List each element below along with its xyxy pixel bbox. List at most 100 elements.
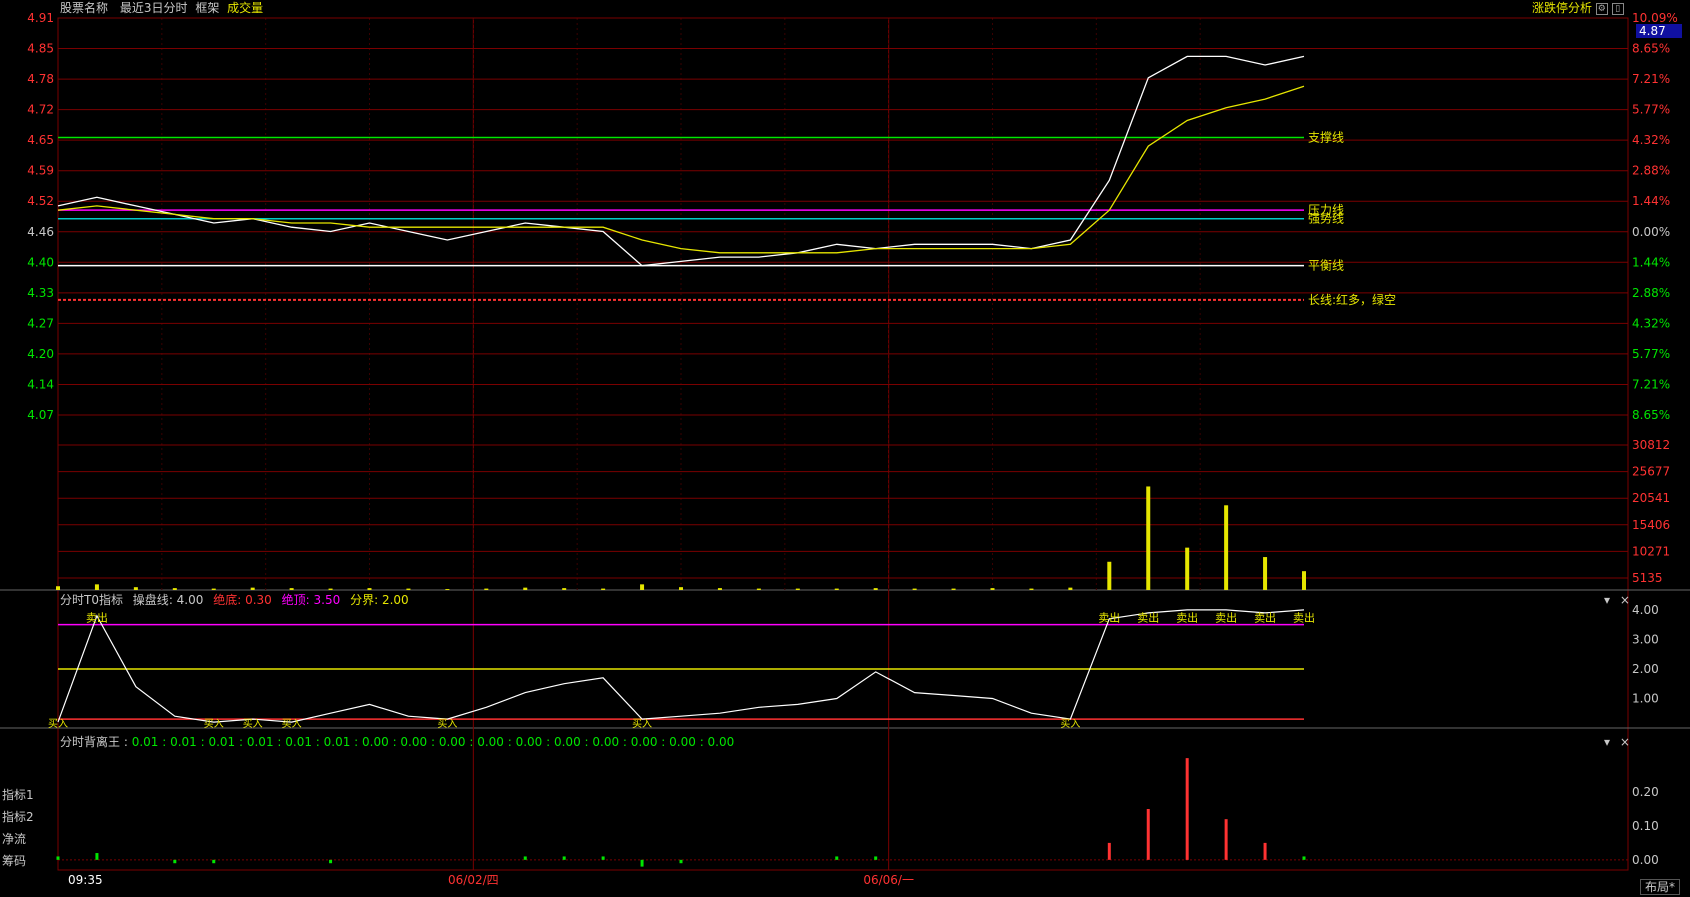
indicator-tick-label: 4.00	[1632, 603, 1659, 617]
time-tick-label: 09:35	[68, 873, 103, 887]
percent-tick-label: 5.77%	[1632, 103, 1670, 117]
param-2-value: 3.50	[313, 593, 341, 607]
reference-line-label: 长线:红多，绿空	[1308, 292, 1396, 307]
buy-signal: 买入	[1060, 718, 1080, 730]
buy-signal: 买入	[437, 718, 457, 730]
volume-bar	[951, 588, 956, 590]
secondary-tick-label: 0.20	[1632, 785, 1659, 799]
chart-canvas[interactable]: 买入卖出买入 买入 买入 买入 买入 买入卖出 卖出 卖出 卖出 卖出 卖出 4.91 10.09%4…	[0, 0, 1690, 897]
volume-bar	[56, 586, 60, 590]
indicator-tick-label: 2.00	[1632, 662, 1659, 676]
reference-line-label: 平衡线	[1308, 259, 1344, 273]
volume-bar	[1302, 571, 1306, 590]
sell-signal: 卖出	[1098, 611, 1120, 625]
price-tick-label: 4.27	[27, 316, 54, 330]
volume-bar	[250, 587, 255, 590]
side-label-1[interactable]: 指标2	[2, 810, 54, 824]
percent-tick-label: 2.88%	[1632, 164, 1670, 178]
reference-line-label: 强势线	[1308, 212, 1344, 226]
volume-bar	[990, 588, 995, 590]
sell-signal: 卖出	[1176, 611, 1198, 625]
volume-bar	[640, 584, 645, 590]
buy-signal: 买入	[204, 718, 224, 730]
param-3-value: 2.00	[381, 593, 409, 607]
volume-bar	[601, 588, 606, 590]
volume-bar	[1029, 588, 1034, 590]
volume-label[interactable]: 成交量	[227, 1, 263, 15]
sell-signal: 卖出	[1254, 611, 1276, 625]
price-tick-label: 4.85	[27, 42, 54, 56]
volume-bar	[717, 588, 722, 590]
dropdown-icon[interactable]: ▾	[1604, 593, 1610, 607]
price-tick-label: 4.07	[27, 408, 54, 422]
collapse-icon[interactable]: ▯	[1611, 2, 1624, 15]
sell-signal: 卖出	[1215, 611, 1237, 625]
percent-tick-label: 7.21%	[1632, 72, 1670, 86]
volume-bar	[1107, 561, 1112, 590]
price-tick-label: 4.91	[27, 11, 54, 25]
dropdown-icon[interactable]: ▾	[1604, 735, 1610, 749]
percent-tick-label: 0.00%	[1632, 225, 1670, 239]
limit-analysis-button[interactable]: 涨跌停分析	[1532, 1, 1592, 15]
volume-bar	[328, 588, 333, 590]
stock-name[interactable]: 股票名称	[60, 1, 108, 15]
indicator-panel-controls: ▾ ×	[1604, 593, 1630, 607]
volume-tick-label: 30812	[1632, 438, 1670, 452]
volume-bar	[367, 588, 372, 590]
param-3-name: 分界	[350, 593, 375, 607]
secondary-title[interactable]: 分时背离王	[60, 735, 120, 749]
indicator-series: 买入 卖出买入 买入 买入 买入 买入 买入 卖出 卖出 卖出 卖出 卖出 卖出	[48, 609, 1315, 730]
param-0-value: 4.00	[176, 593, 204, 607]
volume-tick-label: 25677	[1632, 465, 1670, 479]
sell-signal: 卖出	[1137, 611, 1159, 625]
side-label-2[interactable]: 净流	[2, 832, 54, 846]
volume-bar	[1068, 587, 1073, 590]
buy-signal: 买入	[243, 718, 263, 730]
indicator-tick-label: 3.00	[1632, 632, 1659, 646]
side-label-0[interactable]: 指标1	[2, 788, 54, 802]
close-icon[interactable]: ×	[1620, 593, 1630, 607]
volume-bar	[1224, 505, 1229, 590]
price-tick-label: 4.78	[27, 72, 54, 86]
percent-tick-label: 2.88%	[1632, 286, 1670, 300]
percent-tick-label: 8.65%	[1632, 408, 1670, 422]
close-icon[interactable]: ×	[1620, 735, 1630, 749]
volume-bar	[795, 588, 800, 590]
buy-signal: 买入	[282, 718, 302, 730]
volume-bar	[873, 588, 878, 590]
tool-header: 涨跌停分析 ⚙ ▯	[1532, 1, 1624, 15]
volume-bar	[679, 587, 683, 590]
secondary-panel-controls: ▾ ×	[1604, 735, 1630, 749]
layout-button[interactable]: 布局*	[1640, 879, 1681, 895]
price-tick-label: 4.59	[27, 164, 54, 178]
param-0-name: 操盘线	[132, 593, 169, 607]
volume-tick-label: 15406	[1632, 518, 1670, 532]
time-tick-label: 06/06/一	[863, 873, 914, 887]
price-tick-label: 4.20	[27, 347, 54, 361]
param-1-value: 0.30	[245, 593, 272, 607]
param-2-name: 绝顶	[281, 593, 306, 607]
time-tick-label: 06/02/四	[448, 873, 499, 887]
volume-bar	[1185, 547, 1190, 590]
chart-header: 股票名称 最近3日分时 框架 成交量	[60, 1, 263, 15]
volume-bar	[94, 584, 99, 590]
period-label[interactable]: 最近3日分时	[120, 1, 188, 15]
secondary-values: 0.01 : 0.01 : 0.01 : 0.01 : 0.01 : 0.01 …	[131, 735, 735, 749]
percent-tick-label: 10.09%	[1632, 11, 1678, 25]
frame-label[interactable]: 框架	[195, 1, 219, 15]
indicator-tick-label: 1.00	[1632, 691, 1659, 705]
indicator-title[interactable]: 分时T0指标	[60, 593, 123, 607]
volume-bar	[756, 588, 761, 590]
percent-tick-label: 8.65%	[1632, 42, 1670, 56]
volume-bar	[523, 587, 528, 590]
volume-tick-label: 5135	[1632, 571, 1663, 585]
volume-bar	[484, 588, 489, 590]
volume-bar	[562, 588, 567, 590]
settings-icon[interactable]: ⚙	[1595, 2, 1608, 15]
axis-labels: 4.91 10.09% 4.85 8.65% 4.78 7.21% 4.72 5.77% 4.6…	[27, 11, 1677, 887]
volume-bar	[406, 588, 411, 590]
side-label-3[interactable]: 筹码	[2, 854, 54, 868]
secondary-tick-label: 0.00	[1632, 853, 1659, 867]
volume-bar	[912, 588, 917, 590]
indicator-line	[57, 609, 1305, 723]
